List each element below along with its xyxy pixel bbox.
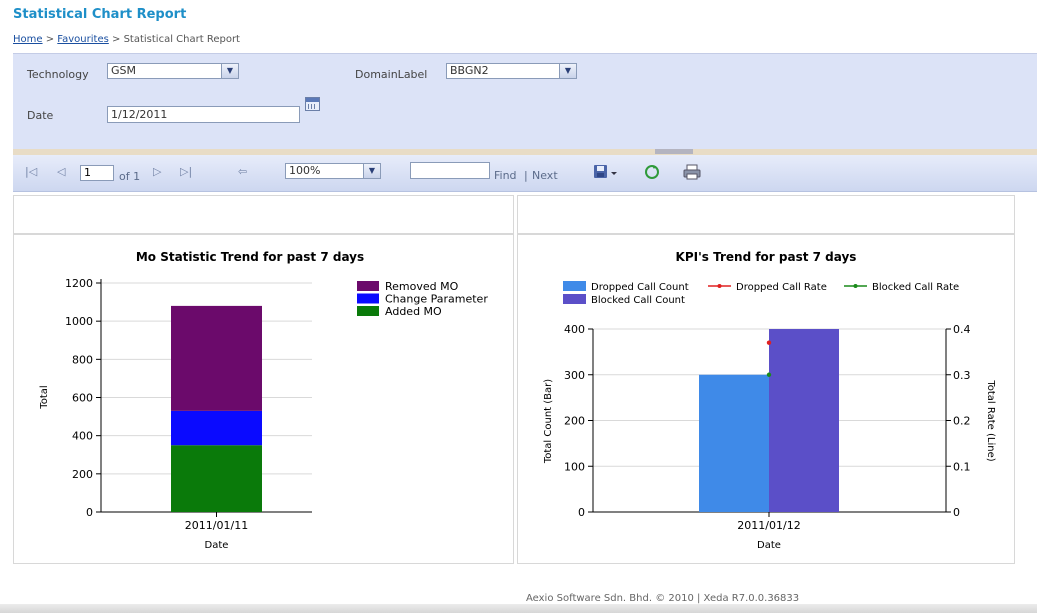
date-input[interactable]: 1/12/2011 — [107, 106, 300, 123]
y-axis-label: Total — [39, 385, 50, 409]
technology-label: Technology — [27, 68, 89, 81]
report-toolbar: |◁ ◁ 1 of 1 ▷ ▷| ⇦ 100% ▼ Find | Next — [13, 155, 1037, 192]
y-tick-label: 300 — [564, 369, 585, 382]
page-count-label: of 1 — [119, 170, 141, 183]
x-tick-label: 2011/01/11 — [185, 519, 248, 532]
x-axis-label: Date — [757, 540, 781, 551]
y2-tick-label: 0.1 — [953, 460, 971, 473]
first-page-icon[interactable]: |◁ — [25, 165, 37, 178]
collapse-handle[interactable] — [655, 149, 693, 154]
next-link[interactable]: Next — [532, 169, 558, 182]
find-separator: | — [524, 169, 528, 182]
bottom-bar — [0, 604, 1037, 613]
chevron-down-icon[interactable]: ▼ — [221, 64, 238, 78]
legend-marker — [853, 284, 858, 288]
domain-label: DomainLabel — [355, 68, 428, 81]
mo-statistic-chart: Mo Statistic Trend for past 7 days 0 200 40… — [39, 250, 488, 551]
legend-label: Dropped Call Rate — [736, 282, 827, 293]
kpi-chart-panel: KPI's Trend for past 7 days 0 100 200 300 400… — [517, 234, 1015, 564]
back-icon[interactable]: ⇦ — [238, 165, 247, 178]
bar-segment — [171, 410, 262, 446]
legend-label: Change Parameter — [385, 293, 488, 306]
breadcrumb-home-link[interactable]: Home — [13, 34, 43, 45]
technology-value: GSM — [111, 64, 136, 77]
calendar-icon[interactable] — [305, 97, 320, 111]
x-tick-label: 2011/01/12 — [737, 519, 800, 532]
chart-title: Mo Statistic Trend for past 7 days — [136, 250, 364, 264]
previous-page-icon[interactable]: ◁ — [57, 165, 65, 178]
zoom-select[interactable]: 100% ▼ — [285, 163, 381, 179]
y-tick-label: 0 — [86, 506, 93, 519]
y-tick-label: 100 — [564, 460, 585, 473]
legend-marker — [717, 284, 722, 288]
bar — [769, 329, 839, 512]
bar-segment — [171, 305, 262, 411]
export-icon[interactable] — [593, 164, 621, 180]
kpi-trend-chart: KPI's Trend for past 7 days 0 100 200 300 400… — [543, 250, 996, 551]
mo-chart-panel: Mo Statistic Trend for past 7 days 0 200 40… — [13, 234, 514, 564]
legend-swatch — [563, 281, 586, 291]
y-tick-label: 200 — [72, 468, 93, 481]
report-header-cell-left — [13, 195, 514, 234]
domain-value: BBGN2 — [450, 64, 489, 77]
next-page-icon[interactable]: ▷ — [153, 165, 161, 178]
legend-label: Blocked Call Count — [591, 295, 685, 306]
y-tick-label: 0 — [578, 506, 585, 519]
breadcrumb-current: Statistical Chart Report — [123, 34, 240, 45]
page-title: Statistical Chart Report — [13, 7, 187, 22]
x-axis-label: Date — [205, 540, 229, 551]
chevron-down-icon[interactable]: ▼ — [559, 64, 576, 78]
y2-axis-label: Total Rate (Line) — [985, 379, 996, 461]
parameter-panel: Technology GSM ▼ DomainLabel BBGN2 ▼ Dat… — [13, 53, 1037, 150]
y-axis-label: Total Count (Bar) — [543, 379, 554, 464]
y-tick-label: 600 — [72, 392, 93, 405]
y-tick-label: 400 — [564, 323, 585, 336]
refresh-icon[interactable] — [644, 164, 660, 180]
legend-label: Blocked Call Rate — [872, 282, 959, 293]
last-page-icon[interactable]: ▷| — [180, 165, 192, 178]
page-number-input[interactable]: 1 — [80, 165, 114, 181]
breadcrumb-separator: > — [112, 34, 121, 45]
y-tick-label: 1000 — [65, 315, 93, 328]
legend-swatch — [563, 294, 586, 304]
y2-tick-label: 0.2 — [953, 415, 971, 428]
domain-select[interactable]: BBGN2 ▼ — [446, 63, 577, 79]
legend-swatch — [357, 306, 379, 316]
line-point — [766, 372, 772, 377]
breadcrumb-separator: > — [45, 34, 55, 45]
y2-tick-label: 0 — [953, 506, 960, 519]
chart-title: KPI's Trend for past 7 days — [676, 250, 857, 264]
y-tick-label: 800 — [72, 353, 93, 366]
breadcrumb-favourites-link[interactable]: Favourites — [57, 34, 109, 45]
legend-swatch — [357, 281, 379, 291]
y-tick-label: 400 — [72, 430, 93, 443]
legend-swatch — [357, 293, 379, 304]
y2-tick-label: 0.4 — [953, 323, 971, 336]
print-icon[interactable] — [683, 164, 701, 180]
report-header-cell-right — [517, 195, 1015, 234]
legend-label: Removed MO — [385, 280, 459, 293]
line-point — [766, 340, 772, 345]
bar-segment — [171, 445, 262, 512]
technology-select[interactable]: GSM ▼ — [107, 63, 239, 79]
find-link[interactable]: Find — [494, 169, 517, 182]
footer-text: Aexio Software Sdn. Bhd. © 2010 | Xeda R… — [526, 593, 800, 604]
y-tick-label: 1200 — [65, 277, 93, 290]
legend-label: Added MO — [385, 305, 442, 318]
zoom-value: 100% — [289, 164, 321, 177]
y2-tick-label: 0.3 — [953, 369, 971, 382]
legend-label: Dropped Call Count — [591, 282, 689, 293]
date-label: Date — [27, 109, 54, 122]
bar — [699, 374, 769, 512]
chevron-down-icon[interactable]: ▼ — [363, 164, 380, 178]
y-tick-label: 200 — [564, 415, 585, 428]
find-input[interactable] — [410, 162, 490, 179]
breadcrumb: Home > Favourites > Statistical Chart Re… — [13, 34, 240, 45]
